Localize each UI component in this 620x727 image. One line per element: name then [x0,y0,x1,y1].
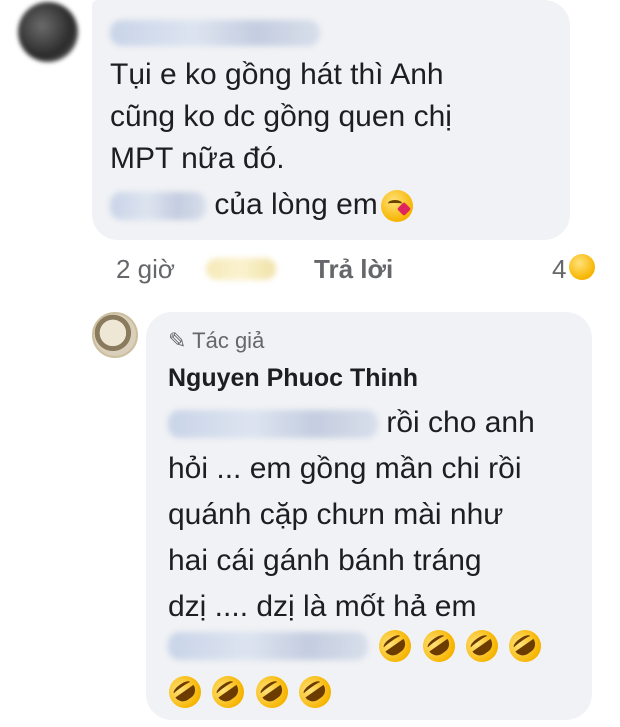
reaction-count-number: 4 [552,254,567,284]
reply-line-4: hai cái gánh bánh tráng [168,544,482,577]
rofl-face-icon [503,623,548,669]
mentioned-name-blurred[interactable] [168,410,378,439]
pencil-icon: ✎ [168,328,187,353]
reply-line-1-text: rồi cho anh [386,406,535,439]
like-link-blurred[interactable] [206,258,276,280]
reply-link[interactable]: Trả lời [314,254,393,285]
comment-line-3: MPT nữa đó. [110,142,285,175]
comment-line-4: của lòng em [110,184,413,226]
tagged-name-blurred[interactable] [110,192,206,221]
comment-line-1: Tụi e ko gồng hát thì Anh [110,58,444,91]
reply-line-5: dzị .... dzị là mốt hả em [168,590,477,623]
comment-line-2: cũng ko dc gồng quen chị [110,100,452,133]
author-avatar[interactable] [92,312,138,358]
kissing-face-icon [380,190,413,223]
rofl-face-icon [373,623,418,669]
reply-line-3: quánh cặp chưn mài như [168,498,504,531]
reply-line-6 [168,623,548,669]
author-badge-label: Tác giả [192,328,265,353]
comment-line-4-text: của lòng em [214,188,378,221]
tagged-user-blurred[interactable] [168,632,368,661]
commenter-avatar[interactable] [18,2,78,62]
reply-author-name[interactable]: Nguyen Phuoc Thinh [168,364,418,393]
rofl-face-icon [162,669,208,715]
reaction-count[interactable]: 4 [552,254,596,285]
rofl-face-icon [206,669,251,715]
laughing-face-icon [569,254,596,280]
rofl-face-icon [249,669,294,715]
comment-time[interactable]: 2 giờ [116,254,175,285]
author-badge: ✎ Tác giả [168,328,264,354]
reply-line-2: hỏi ... em gồng mần chi rồi [168,452,522,485]
reply-line-1: rồi cho anh [168,402,535,444]
rofl-face-icon [416,623,461,669]
commenter-name-blurred[interactable] [110,20,320,46]
reply-line-7 [162,669,338,715]
rofl-face-icon [459,623,505,669]
rofl-face-icon [292,669,338,715]
